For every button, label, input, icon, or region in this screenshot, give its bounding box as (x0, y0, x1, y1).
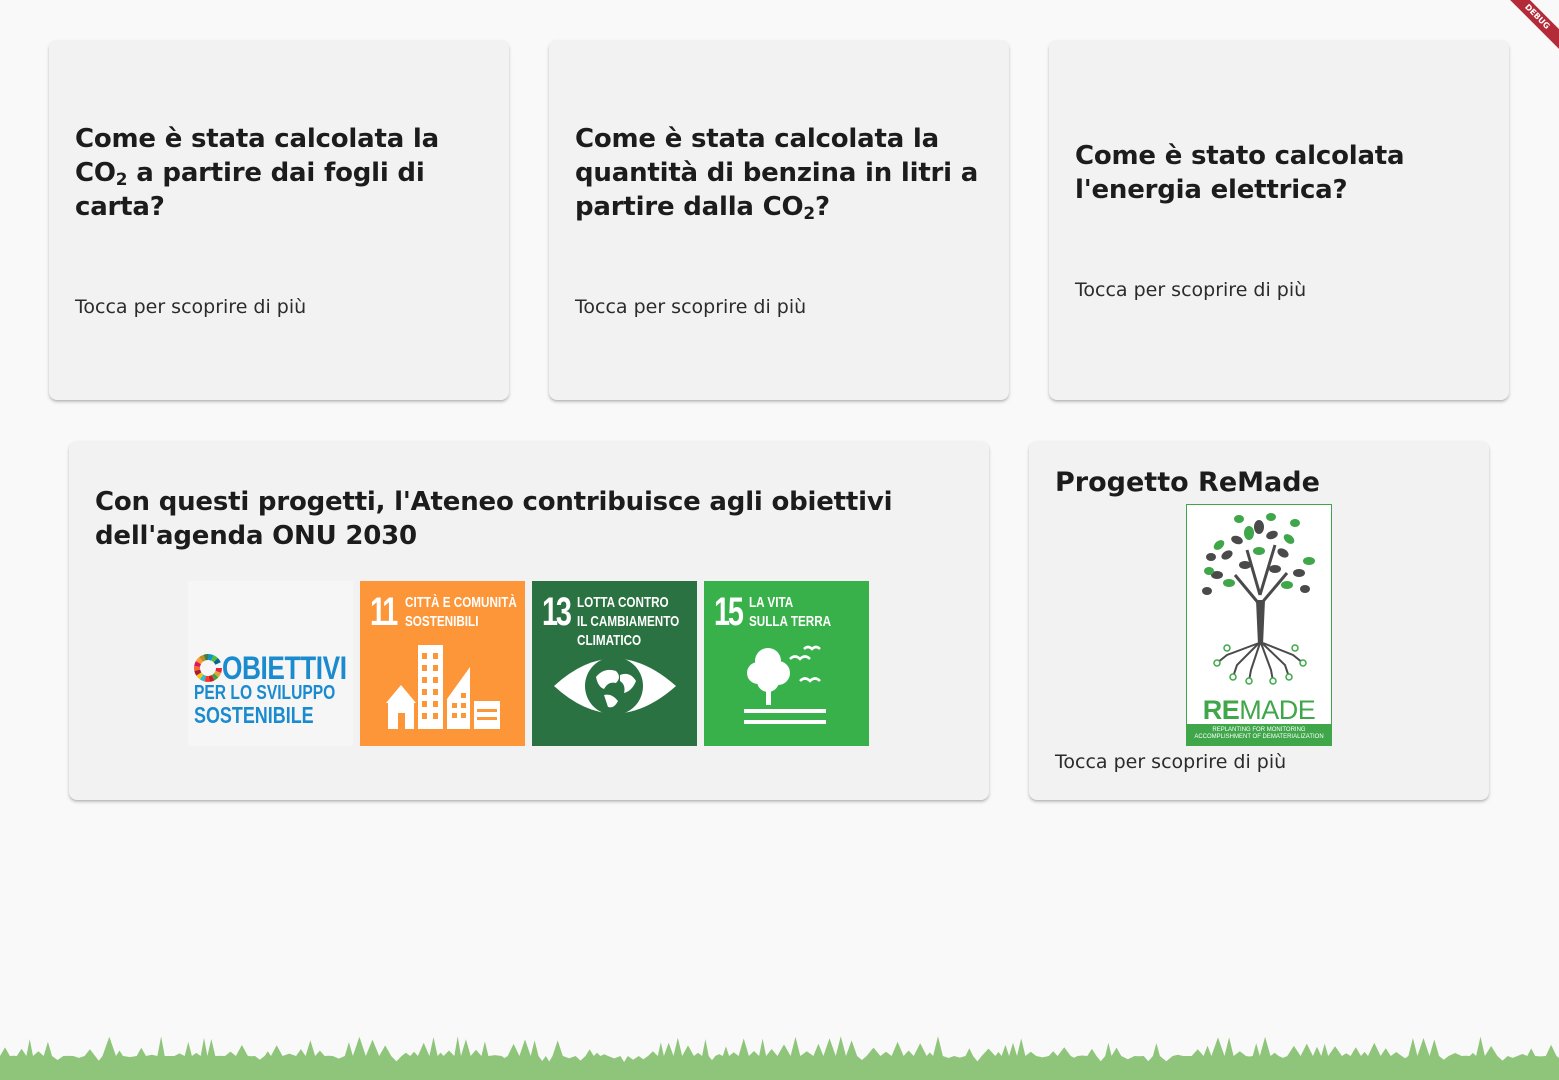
remade-project-card[interactable]: Progetto ReMade REMADE REPLANTING FOR MO… (1029, 441, 1489, 800)
sdg-goals-card: Con questi progetti, l'Ateneo contribuis… (69, 441, 989, 800)
sdg-logo-line3: SOSTENIBILE (194, 702, 314, 728)
tap-to-learn-more-label: Tocca per scoprire di più (575, 296, 807, 318)
sdg-goal-11: 11 Città e comunità sostenibili (360, 581, 525, 746)
sdg-goal-13: 13 Lotta contro il cambiamento climatico (532, 581, 697, 746)
city-icon (386, 645, 500, 729)
tap-to-learn-more-label: Tocca per scoprire di più (1075, 279, 1307, 301)
eye-globe-icon (554, 657, 676, 715)
tap-to-learn-more-label: Tocca per scoprire di più (1055, 751, 1287, 773)
sdg-goal-15: 15 La vita sulla terra (704, 581, 869, 746)
remade-logo: REMADE Replanting for monitoring accompli… (1186, 504, 1332, 746)
question-title: Come è stata calcolata la quantità di be… (575, 124, 979, 223)
sdg-card-title: Con questi progetti, l'Ateneo contribuis… (95, 487, 893, 551)
remade-logo-tagline: Replanting for monitoring accomplishment … (1187, 724, 1331, 745)
question-card-fuel-litres[interactable]: Come è stata calcolata la quantità di be… (549, 40, 1009, 400)
tap-to-learn-more-label: Tocca per scoprire di più (75, 296, 307, 318)
question-title: Come è stato calcolata l'energia elettri… (1075, 141, 1405, 205)
tree-birds-icon (744, 645, 826, 724)
sdg-tiles: OBIETTIVI PER LO SVILUPPO SOSTENIBILE 11… (188, 581, 963, 746)
tree-roots-icon (1202, 513, 1315, 685)
question-title: Come è stata calcolata la CO2 a partire … (75, 124, 439, 222)
sdg-logo: OBIETTIVI PER LO SVILUPPO SOSTENIBILE (188, 581, 353, 746)
grass-decoration (0, 1036, 1559, 1080)
sdg-wheel-icon (194, 654, 222, 682)
question-card-electric-energy[interactable]: Come è stato calcolata l'energia elettri… (1049, 40, 1509, 400)
remade-title: Progetto ReMade (1055, 467, 1320, 498)
question-card-co2-paper[interactable]: Come è stata calcolata la CO2 a partire … (49, 40, 509, 400)
remade-logo-wordmark: REMADE (1202, 695, 1316, 725)
